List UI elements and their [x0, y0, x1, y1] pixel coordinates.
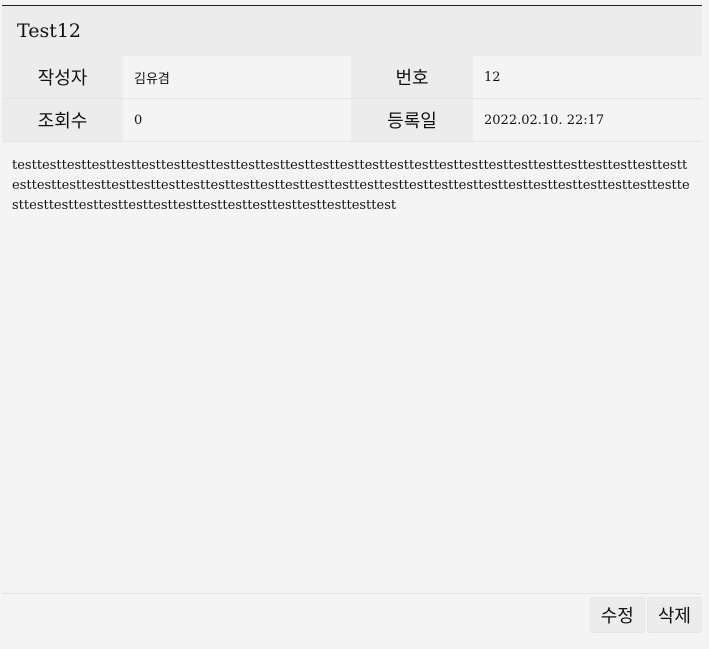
date-label: 등록일	[351, 99, 473, 141]
views-value: 0	[123, 99, 351, 141]
number-value: 12	[473, 56, 702, 98]
delete-button[interactable]: 삭제	[646, 597, 702, 633]
number-label: 번호	[351, 56, 473, 98]
edit-button[interactable]: 수정	[589, 597, 645, 633]
post-content: testtesttesttesttesttesttesttesttesttest…	[12, 158, 690, 213]
meta-row-views-date: 조회수 0 등록일 2022.02.10. 22:17	[2, 99, 702, 142]
author-label: 작성자	[2, 56, 123, 98]
post-title: Test12	[2, 6, 702, 56]
views-label: 조회수	[2, 99, 123, 141]
meta-row-author-number: 작성자 김유겸 번호 12	[2, 56, 702, 99]
date-value: 2022.02.10. 22:17	[473, 99, 702, 141]
post-view: Test12 작성자 김유겸 번호 12 조회수 0 등록일 2022.02.1…	[2, 5, 702, 636]
author-value: 김유겸	[123, 56, 351, 98]
post-actions: 수정 삭제	[2, 593, 702, 636]
